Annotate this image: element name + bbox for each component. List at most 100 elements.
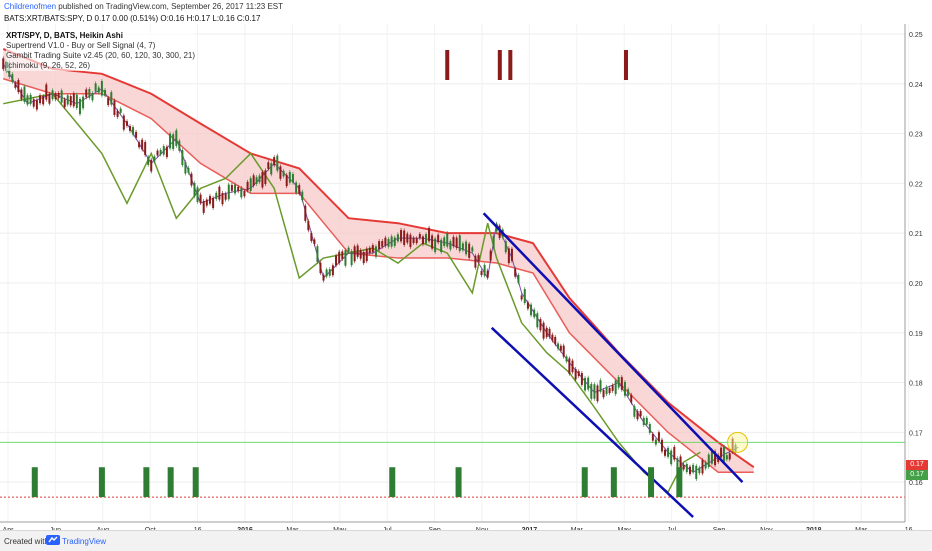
- candle-body: [614, 380, 617, 395]
- candle-body: [725, 455, 728, 460]
- candle-body: [362, 251, 365, 264]
- candle-body: [580, 373, 583, 385]
- volume-marker: [581, 467, 588, 498]
- candle-body: [704, 462, 707, 469]
- candle-body: [536, 313, 539, 328]
- candle-body: [316, 246, 319, 262]
- price-chart[interactable]: 0.160.170.180.190.200.210.220.230.240.25…: [0, 24, 932, 530]
- candle-body: [156, 150, 159, 156]
- candle-body: [654, 439, 657, 445]
- candle-body: [227, 184, 230, 200]
- candle-body: [374, 246, 377, 257]
- candle-body: [23, 86, 26, 102]
- candle-body: [474, 255, 477, 268]
- candle-body: [688, 466, 691, 475]
- candle-body: [196, 187, 199, 202]
- candle-body: [587, 377, 590, 390]
- candle-body: [243, 190, 246, 197]
- author-link[interactable]: Childrenofmen: [4, 2, 56, 11]
- candle-body: [331, 265, 334, 276]
- candle-body: [261, 172, 264, 188]
- candle-body: [728, 453, 731, 460]
- candle-body: [617, 377, 620, 388]
- candle-body: [548, 328, 551, 338]
- candle-body: [630, 394, 633, 403]
- volume-marker: [455, 467, 462, 498]
- candle-body: [298, 185, 301, 194]
- candle-body: [255, 177, 258, 184]
- y-tick-label: 0.16: [909, 480, 923, 487]
- candle-body: [295, 182, 298, 193]
- sell-signal-marker: [497, 50, 502, 80]
- candle-body: [234, 184, 237, 194]
- legend-item-supertrend[interactable]: Supertrend V1.0 - Buy or Sell Signal (4,…: [6, 41, 195, 51]
- footer-bar: Created with TradingView: [0, 530, 932, 551]
- candle-body: [338, 251, 341, 264]
- candle-body: [147, 156, 150, 165]
- candle-body: [264, 170, 267, 185]
- candle-body: [51, 90, 54, 100]
- candle-body: [642, 417, 645, 426]
- candle-body: [45, 84, 48, 100]
- candle-body: [577, 371, 580, 377]
- candle-body: [477, 255, 480, 262]
- candle-body: [455, 237, 458, 248]
- tradingview-logo-icon[interactable]: [46, 534, 60, 546]
- candle-body: [17, 80, 20, 93]
- publisher-line: Childrenofmen published on TradingView.c…: [4, 2, 283, 11]
- tradingview-link[interactable]: TradingView: [62, 537, 106, 546]
- candle-body: [701, 459, 704, 474]
- candle-body: [667, 447, 670, 457]
- candle-body: [85, 89, 88, 98]
- candle-body: [486, 270, 489, 278]
- candle-body: [310, 232, 313, 242]
- candle-body: [279, 166, 282, 179]
- candle-body: [425, 234, 428, 244]
- candle-body: [695, 465, 698, 480]
- candle-body: [39, 95, 42, 104]
- candle-body: [507, 248, 510, 264]
- candle-body: [412, 237, 415, 244]
- candle-body: [692, 464, 695, 473]
- candle-body: [353, 246, 356, 262]
- candle-body: [458, 235, 461, 252]
- candle-body: [78, 98, 81, 115]
- candle-body: [237, 186, 240, 192]
- candle-body: [181, 150, 184, 166]
- candle-body: [344, 250, 347, 266]
- candle-body: [559, 345, 562, 351]
- candle-body: [341, 251, 344, 260]
- candle-body: [381, 241, 384, 247]
- candle-body: [722, 446, 725, 462]
- candle-body: [480, 270, 483, 276]
- candle-body: [258, 175, 261, 183]
- legend-item-ichimoku[interactable]: Ichimoku (9, 26, 52, 26): [6, 61, 195, 71]
- volume-marker: [143, 467, 150, 498]
- candle-body: [322, 274, 325, 281]
- y-tick-label: 0.19: [909, 331, 923, 338]
- candle-body: [224, 193, 227, 200]
- candle-body: [574, 369, 577, 380]
- volume-marker: [98, 467, 105, 498]
- candle-body: [605, 386, 608, 395]
- candle-body: [421, 236, 424, 245]
- candle-body: [252, 175, 255, 186]
- y-tick-label: 0.20: [909, 281, 923, 288]
- candle-body: [190, 173, 193, 186]
- candle-body: [205, 199, 208, 206]
- candle-body: [568, 358, 571, 374]
- created-with-text: Created with: [4, 537, 49, 546]
- candle-body: [523, 289, 526, 304]
- candle-body: [110, 92, 113, 105]
- candle-body: [378, 241, 381, 250]
- publish-text: published on TradingView.com, September …: [58, 2, 284, 11]
- candle-body: [230, 184, 233, 191]
- candle-body: [368, 247, 371, 254]
- candle-body: [208, 195, 211, 204]
- candle-body: [551, 334, 554, 341]
- candle-body: [533, 309, 536, 318]
- candle-body: [350, 250, 353, 266]
- candle-body: [593, 384, 596, 399]
- y-tick-label: 0.21: [909, 231, 923, 238]
- legend-item-gambit[interactable]: Gambit Trading Suite v2.45 (20, 60, 120,…: [6, 51, 195, 61]
